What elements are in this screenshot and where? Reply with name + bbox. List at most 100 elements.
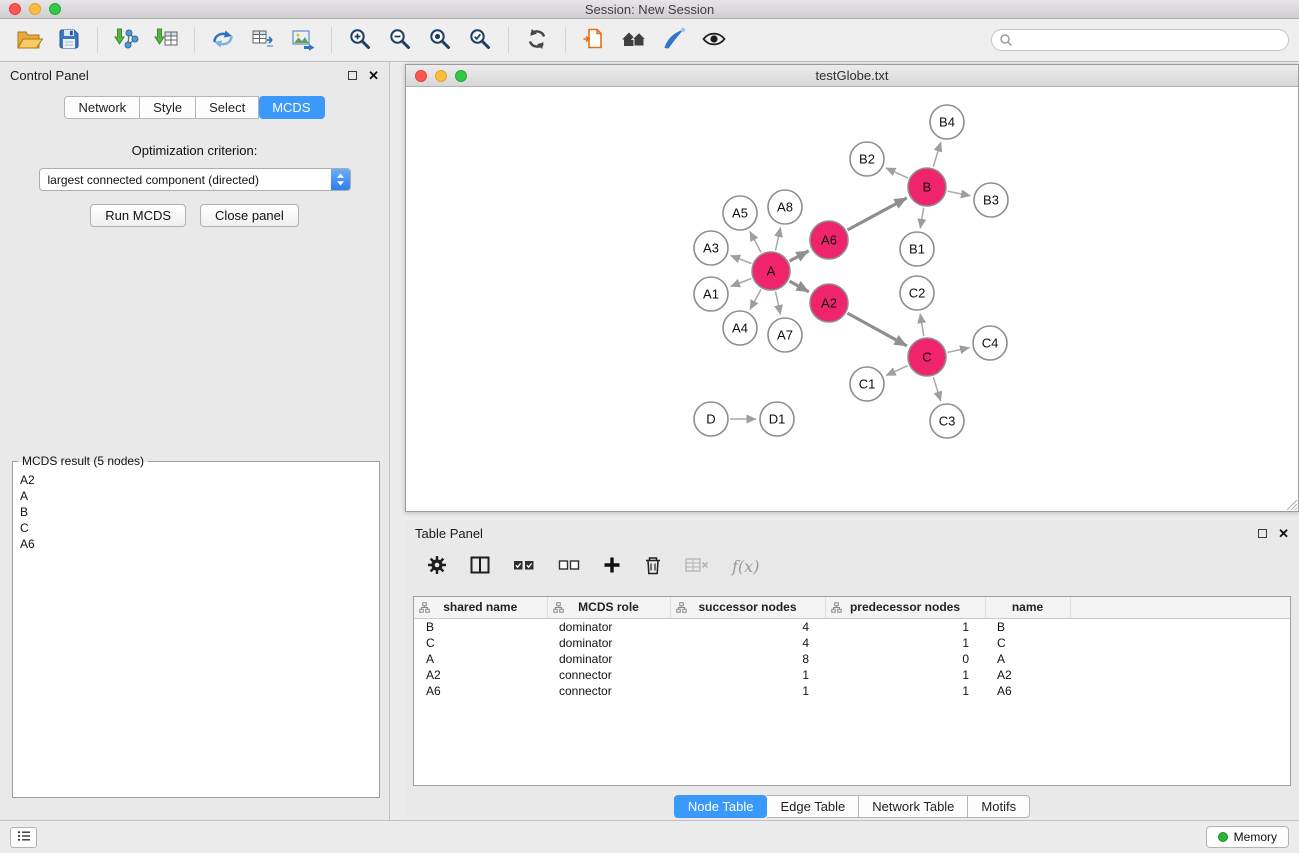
network-node-B4[interactable]: B4 [930,105,964,139]
new-network-button[interactable] [204,23,242,57]
table-cell-shared-name[interactable]: A6 [414,683,547,699]
table-cell-predecessors[interactable]: 1 [825,635,985,651]
criterion-dropdown[interactable]: largest connected component (directed) [39,168,351,191]
mcds-result-item[interactable]: A6 [15,536,377,552]
table-cell-shared-name[interactable]: C [414,635,547,651]
table-cell-name[interactable]: A [985,651,1070,667]
table-cell-shared-name[interactable]: A [414,651,547,667]
network-node-A[interactable]: A [752,252,790,290]
table-cell-predecessors[interactable]: 1 [825,667,985,683]
network-node-C2[interactable]: C2 [900,276,934,310]
network-node-D1[interactable]: D1 [760,402,794,436]
table-row[interactable]: Cdominator41C [414,635,1290,651]
tab-edge-table[interactable]: Edge Table [767,795,859,818]
tab-network-table[interactable]: Network Table [859,795,968,818]
network-node-C4[interactable]: C4 [973,326,1007,360]
network-edge-A-A1[interactable] [731,279,752,287]
minimize-window-button[interactable] [29,3,41,15]
table-cell-name[interactable]: A6 [985,683,1070,699]
network-canvas[interactable]: AA6A2BCA5A8A3A1A4A7B1B2B3B4C1C2C3C4DD1 [406,87,1298,511]
annotation-button[interactable] [575,23,613,57]
zoom-selected-button[interactable] [461,23,499,57]
close-table-panel-button[interactable]: ✕ [1278,527,1289,540]
zoom-window-button[interactable] [49,3,61,15]
table-cell-predecessors[interactable]: 0 [825,651,985,667]
network-node-A4[interactable]: A4 [723,311,757,345]
table-cell-shared-name[interactable]: B [414,618,547,635]
new-table-button[interactable] [244,23,282,57]
delete-column-button[interactable] [644,555,662,578]
delete-table-button[interactable] [685,557,709,576]
mcds-result-item[interactable]: C [15,520,377,536]
open-session-button[interactable] [10,23,48,57]
zoom-in-button[interactable] [341,23,379,57]
network-node-A3[interactable]: A3 [694,231,728,265]
close-network-window-button[interactable] [415,70,427,82]
network-edge-C-C3[interactable] [933,377,940,401]
network-node-B3[interactable]: B3 [974,183,1008,217]
network-node-A8[interactable]: A8 [768,190,802,224]
resize-grip-icon[interactable] [1285,498,1297,510]
table-cell-name[interactable]: C [985,635,1070,651]
apply-style-button[interactable] [655,23,693,57]
column-header-successor-nodes[interactable]: successor nodes [670,597,825,618]
network-edge-C-C4[interactable] [948,348,970,353]
table-cell-name[interactable]: B [985,618,1070,635]
network-edge-A-A4[interactable] [750,289,761,309]
home-view-button[interactable] [615,23,653,57]
network-edge-A-A5[interactable] [750,232,761,253]
network-node-C[interactable]: C [908,338,946,376]
network-node-A1[interactable]: A1 [694,277,728,311]
memory-button[interactable]: Memory [1206,826,1289,848]
export-image-button[interactable] [284,23,322,57]
tab-node-table[interactable]: Node Table [674,795,768,818]
save-session-button[interactable] [50,23,88,57]
table-cell-successors[interactable]: 1 [670,683,825,699]
network-edge-B-B2[interactable] [886,168,908,178]
function-builder-button[interactable]: f(x) [732,557,759,576]
deselect-all-button[interactable] [558,558,580,575]
network-edge-A-A7[interactable] [776,292,781,315]
table-cell-mcds-role[interactable]: dominator [547,618,670,635]
network-node-B[interactable]: B [908,168,946,206]
add-column-button[interactable] [603,556,621,577]
minimize-network-window-button[interactable] [435,70,447,82]
show-hide-button[interactable] [695,23,733,57]
network-edge-C-C2[interactable] [920,314,924,337]
zoom-out-button[interactable] [381,23,419,57]
network-node-A7[interactable]: A7 [768,318,802,352]
mcds-result-item[interactable]: A [15,488,377,504]
network-node-A6[interactable]: A6 [810,221,848,259]
network-edge-C-C1[interactable] [886,366,908,376]
mcds-result-item[interactable]: A2 [15,472,377,488]
table-cell-predecessors[interactable]: 1 [825,618,985,635]
search-input[interactable] [991,29,1289,51]
tab-select[interactable]: Select [196,96,259,119]
table-cell-mcds-role[interactable]: connector [547,683,670,699]
network-node-C3[interactable]: C3 [930,404,964,438]
table-row[interactable]: Adominator80A [414,651,1290,667]
tab-style[interactable]: Style [140,96,196,119]
zoom-fit-button[interactable] [421,23,459,57]
network-node-C1[interactable]: C1 [850,367,884,401]
show-columns-button[interactable] [470,556,490,577]
network-edge-B-B4[interactable] [933,142,941,167]
table-cell-name[interactable]: A2 [985,667,1070,683]
table-cell-predecessors[interactable]: 1 [825,683,985,699]
network-node-B2[interactable]: B2 [850,142,884,176]
network-edge-B-B3[interactable] [948,191,971,196]
close-panel-button-secondary[interactable]: Close panel [200,204,299,227]
network-node-B1[interactable]: B1 [900,232,934,266]
tab-network[interactable]: Network [64,96,140,119]
table-cell-successors[interactable]: 4 [670,635,825,651]
float-table-panel-button[interactable] [1258,529,1267,538]
column-header-predecessor-nodes[interactable]: predecessor nodes [825,597,985,618]
column-header-shared-name[interactable]: shared name [414,597,547,618]
close-window-button[interactable] [9,3,21,15]
tab-mcds[interactable]: MCDS [259,96,324,119]
run-mcds-button[interactable]: Run MCDS [90,204,186,227]
table-row[interactable]: Bdominator41B [414,618,1290,635]
zoom-network-window-button[interactable] [455,70,467,82]
refresh-layout-button[interactable] [518,23,556,57]
network-edge-A-A6[interactable] [790,251,809,261]
